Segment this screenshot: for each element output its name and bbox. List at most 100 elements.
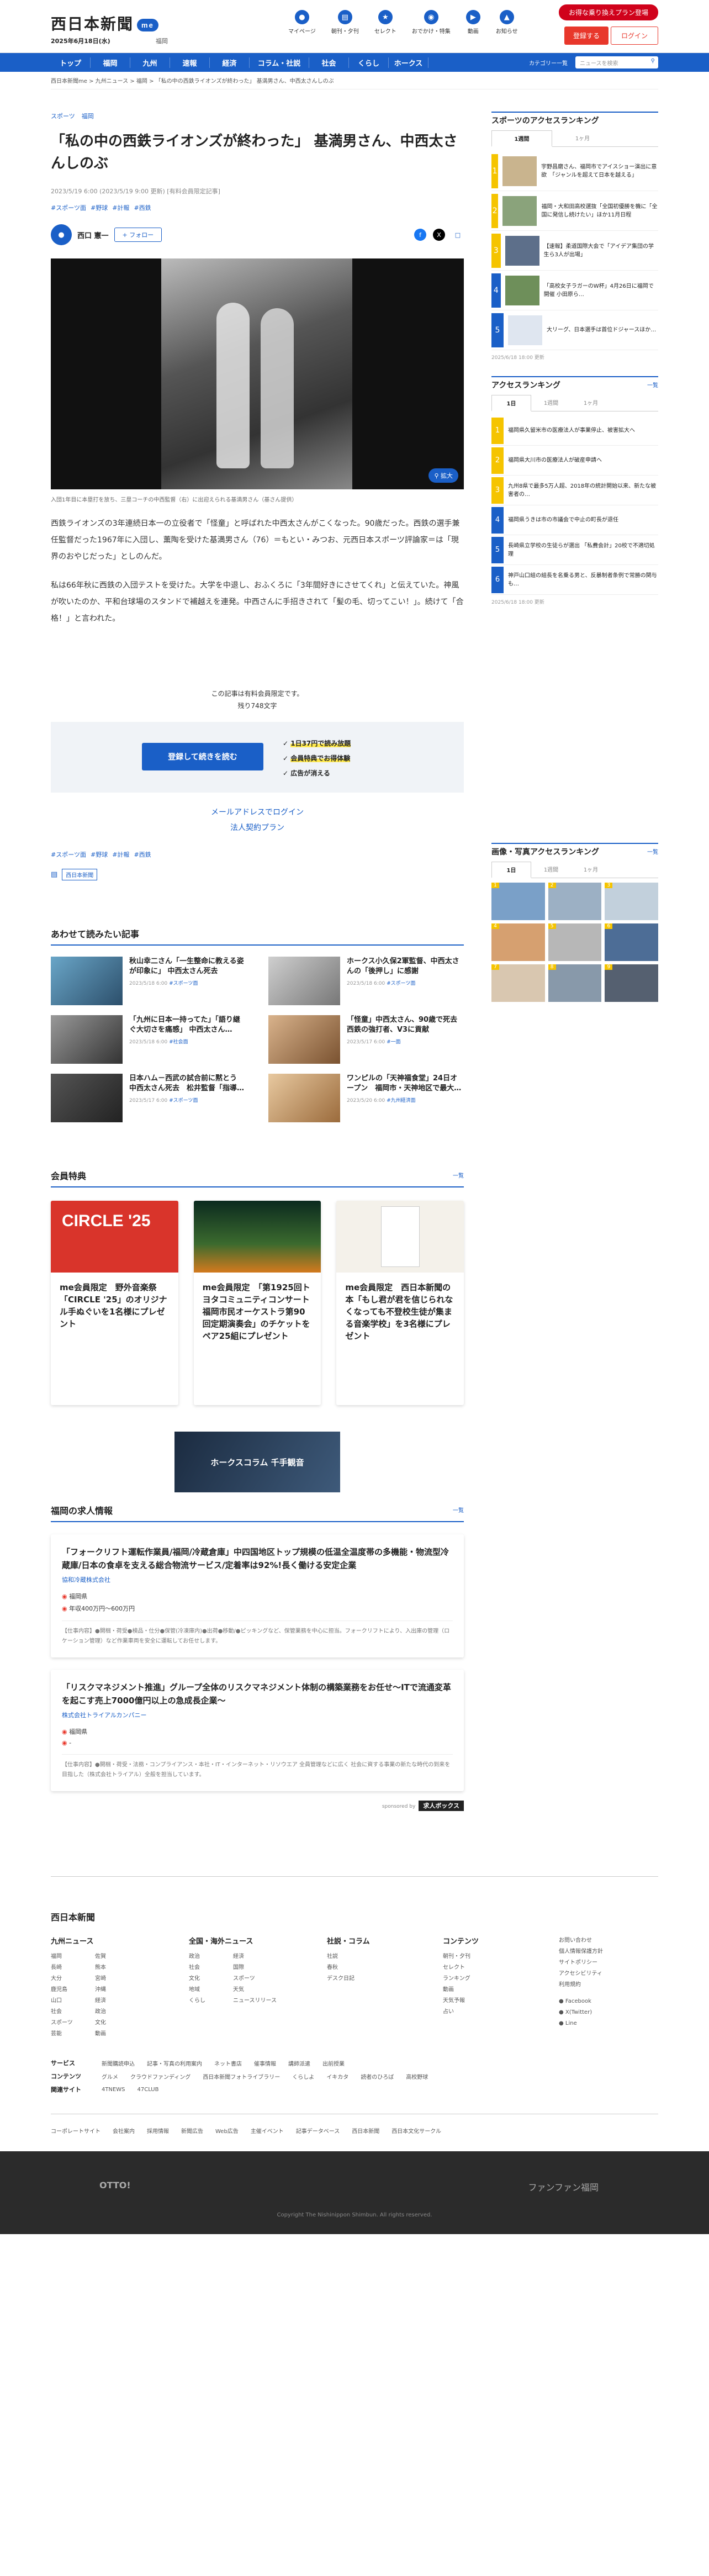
photo-thumb[interactable]: 3 xyxy=(605,883,658,920)
ranking-item[interactable]: 1 宇野昌磨さん、福岡市でアイスショー演出に意欲 「ジャンルを超えて日本を越える」 xyxy=(491,151,658,191)
tab-month[interactable]: 1ヶ月 xyxy=(552,130,613,146)
footer-link[interactable]: 天気予報 xyxy=(443,1996,487,2007)
corporate-plan-link[interactable]: 法人契約プラン xyxy=(51,820,464,836)
nav-item[interactable]: 九州 xyxy=(130,57,170,68)
related-item[interactable]: 日本ハム－西武の試合前に黙とう 中西太さん死去 松井監督「指導… 2023/5/1… xyxy=(51,1074,246,1122)
footer-link[interactable]: スポーツ xyxy=(233,1973,277,1984)
email-login-link[interactable]: メールアドレスでログイン xyxy=(51,805,464,820)
photo-thumb[interactable]: 5 xyxy=(548,923,602,961)
bookmark-icon[interactable]: □ xyxy=(452,229,464,241)
sponsor-logo[interactable]: 求人ボックス xyxy=(419,1801,464,1811)
job-card[interactable]: 「リスクマネジメント推進」グループ全体のリスクマネジメント体制の構築業務をお任せ… xyxy=(51,1670,464,1791)
more-link[interactable]: 一覧 xyxy=(453,1506,464,1514)
keyword-tag[interactable]: #西鉄 xyxy=(134,203,151,212)
footer-link[interactable]: 個人情報保護方針 xyxy=(559,1946,614,1957)
photo-thumb[interactable]: 6 xyxy=(605,923,658,961)
outing-link[interactable]: ◉ おでかけ・特集 xyxy=(412,10,451,35)
footer-link[interactable]: 政治 xyxy=(95,2007,139,2018)
footer-link[interactable]: 社説 xyxy=(327,1951,371,1962)
ranking-item[interactable]: 4 「高校女子ラガーのW杯」4月26日に福岡で開催 小田原ら… xyxy=(491,271,658,310)
mypage-link[interactable]: ● マイページ xyxy=(288,10,316,35)
more-link[interactable]: 一覧 xyxy=(453,1171,464,1179)
paper-link[interactable]: ▤ 朝刊・夕刊 xyxy=(331,10,359,35)
footer-link[interactable]: 新聞購読申込 xyxy=(102,2059,135,2067)
footer-link[interactable]: 社会 xyxy=(189,1962,233,1973)
nav-item[interactable]: くらし xyxy=(349,57,389,68)
footer-link[interactable]: 西日本新聞 xyxy=(352,2126,379,2135)
ranking-item[interactable]: 4 福岡県うきは市の市議会で中止の町長が退任 xyxy=(491,505,658,535)
footer-link[interactable]: 福岡 xyxy=(51,1951,95,1962)
footer-link[interactable]: 主催イベント xyxy=(251,2126,284,2135)
footer-link[interactable]: Web広告 xyxy=(215,2126,239,2135)
login-button[interactable]: ログイン xyxy=(610,27,658,45)
footer-link[interactable]: グルメ xyxy=(102,2072,118,2081)
photo-thumb[interactable]: 8 xyxy=(548,964,602,1002)
footer-link[interactable]: 佐賀 xyxy=(95,1951,139,1962)
footer-logo[interactable]: 西日本新聞 xyxy=(51,1910,658,1923)
more-link[interactable]: 一覧 xyxy=(647,381,658,389)
article-photo[interactable]: ⚲ 拡大 xyxy=(51,258,464,489)
ranking-item[interactable]: 3 九州8県で最多5万人超、2018年の統計開始以来、新たな被害者の… xyxy=(491,476,658,505)
footer-link[interactable]: 新聞広告 xyxy=(181,2126,203,2135)
job-card[interactable]: 「フォークリフト運転作業員/福岡/冷蔵倉庫」中四国地区トップ規模の低温全温度帯の… xyxy=(51,1534,464,1657)
category-link[interactable]: スポーツ xyxy=(51,112,75,120)
site-logo[interactable]: 西日本新聞 me xyxy=(51,12,158,34)
otto-logo[interactable]: OTTO! xyxy=(99,2180,131,2190)
footer-link[interactable]: 記事・写真の利用案内 xyxy=(147,2059,202,2067)
tab-week[interactable]: 1週間 xyxy=(531,862,571,878)
footer-link[interactable]: コーポレートサイト xyxy=(51,2126,100,2135)
author-name[interactable]: 西口 憲一 xyxy=(77,230,109,240)
related-item[interactable]: ホークス小久保2軍監督、中西太さんの「後押し」に感謝 2023/5/18 6:00… xyxy=(268,957,464,1005)
x-link[interactable]: ● X(Twitter) xyxy=(559,2007,614,2018)
footer-link[interactable]: 記事データベース xyxy=(296,2126,340,2135)
footer-link[interactable]: イキカタ xyxy=(326,2072,348,2081)
benefit-card[interactable]: me会員限定 西日本新聞の本「もし君が君を信じられなくなっても不登校生徒が集まる… xyxy=(336,1201,464,1405)
register-continue-button[interactable]: 登録して続きを読む xyxy=(142,743,263,770)
benefit-card[interactable]: CIRCLE '25 me会員限定 野外音楽祭「CIRCLE '25」のオリジナル… xyxy=(51,1201,178,1405)
footer-link[interactable]: 47CLUB xyxy=(137,2087,159,2093)
ranking-item[interactable]: 1 福岡県久留米市の医療法人が事業停止、被害拡大へ xyxy=(491,416,658,446)
ranking-item[interactable]: 3 【速報】柔道国際大会で「アイデア集団の学生ら3人が出場」 xyxy=(491,231,658,271)
more-link[interactable]: 一覧 xyxy=(647,847,658,856)
footer-link[interactable]: 占い xyxy=(443,2007,487,2018)
facebook-icon[interactable]: f xyxy=(414,229,426,241)
footer-link[interactable]: ネット書店 xyxy=(214,2059,242,2067)
ranking-item[interactable]: 5 長崎県立学校の生徒らが選出 「私費会計」20校で不適切処理 xyxy=(491,535,658,565)
footer-link[interactable]: 高校野球 xyxy=(406,2072,428,2081)
footer-link[interactable]: 山口 xyxy=(51,1996,95,2007)
photo-thumb[interactable]: 2 xyxy=(548,883,602,920)
footer-link[interactable]: 文化 xyxy=(95,2018,139,2029)
footer-link[interactable]: 西日本新聞フォトライブラリー xyxy=(203,2072,280,2081)
footer-link[interactable]: 鹿児島 xyxy=(51,1984,95,1996)
keyword-tag[interactable]: #スポーツ面 xyxy=(51,203,86,212)
footer-link[interactable]: 採用情報 xyxy=(147,2126,169,2135)
footer-link[interactable]: 読者のひろば xyxy=(361,2072,394,2081)
footer-link[interactable]: サイトポリシー xyxy=(559,1957,614,1968)
breadcrumb-item[interactable]: 西日本新聞me xyxy=(51,78,87,85)
keyword-tag[interactable]: #野球 xyxy=(91,850,108,859)
ad-banner[interactable]: ホークスコラム 千手観音 xyxy=(174,1432,340,1492)
photo-thumb[interactable]: 7 xyxy=(491,964,545,1002)
footer-link[interactable]: 地域 xyxy=(189,1984,233,1996)
facebook-link[interactable]: ● Facebook xyxy=(559,1996,614,2007)
keyword-tag[interactable]: #計報 xyxy=(112,203,129,212)
search-input[interactable]: ニュースを検索 ⚲ xyxy=(575,56,658,68)
footer-link[interactable]: 動画 xyxy=(95,2029,139,2040)
footer-link[interactable]: 経済 xyxy=(95,1996,139,2007)
footer-link[interactable]: 利用規約 xyxy=(559,1979,614,1991)
funfun-logo[interactable]: ファンファン福岡 xyxy=(528,2180,599,2193)
zoom-button[interactable]: ⚲ 拡大 xyxy=(428,468,458,483)
tab-month[interactable]: 1ヶ月 xyxy=(571,862,611,878)
nav-item[interactable]: 速報 xyxy=(170,57,210,68)
keyword-tag[interactable]: #野球 xyxy=(91,203,108,212)
photo-thumb[interactable]: 9 xyxy=(605,964,658,1002)
select-link[interactable]: ★ セレクト xyxy=(374,10,396,35)
footer-link[interactable]: 社会 xyxy=(51,2007,95,2018)
footer-link[interactable]: くらしよ xyxy=(292,2072,314,2081)
footer-link[interactable]: お問い合わせ xyxy=(559,1935,614,1946)
related-item[interactable]: 「怪童」中西太さん、90歳で死去 西鉄の強打者、V3に貢献 2023/5/17 6… xyxy=(268,1015,464,1064)
photo-thumb[interactable]: 1 xyxy=(491,883,545,920)
category-menu-button[interactable]: カテゴリー一覧 xyxy=(529,59,568,67)
ranking-item[interactable]: 2 福岡県大川市の医療法人が破産申請へ xyxy=(491,446,658,476)
author-avatar[interactable]: ● xyxy=(51,224,72,245)
